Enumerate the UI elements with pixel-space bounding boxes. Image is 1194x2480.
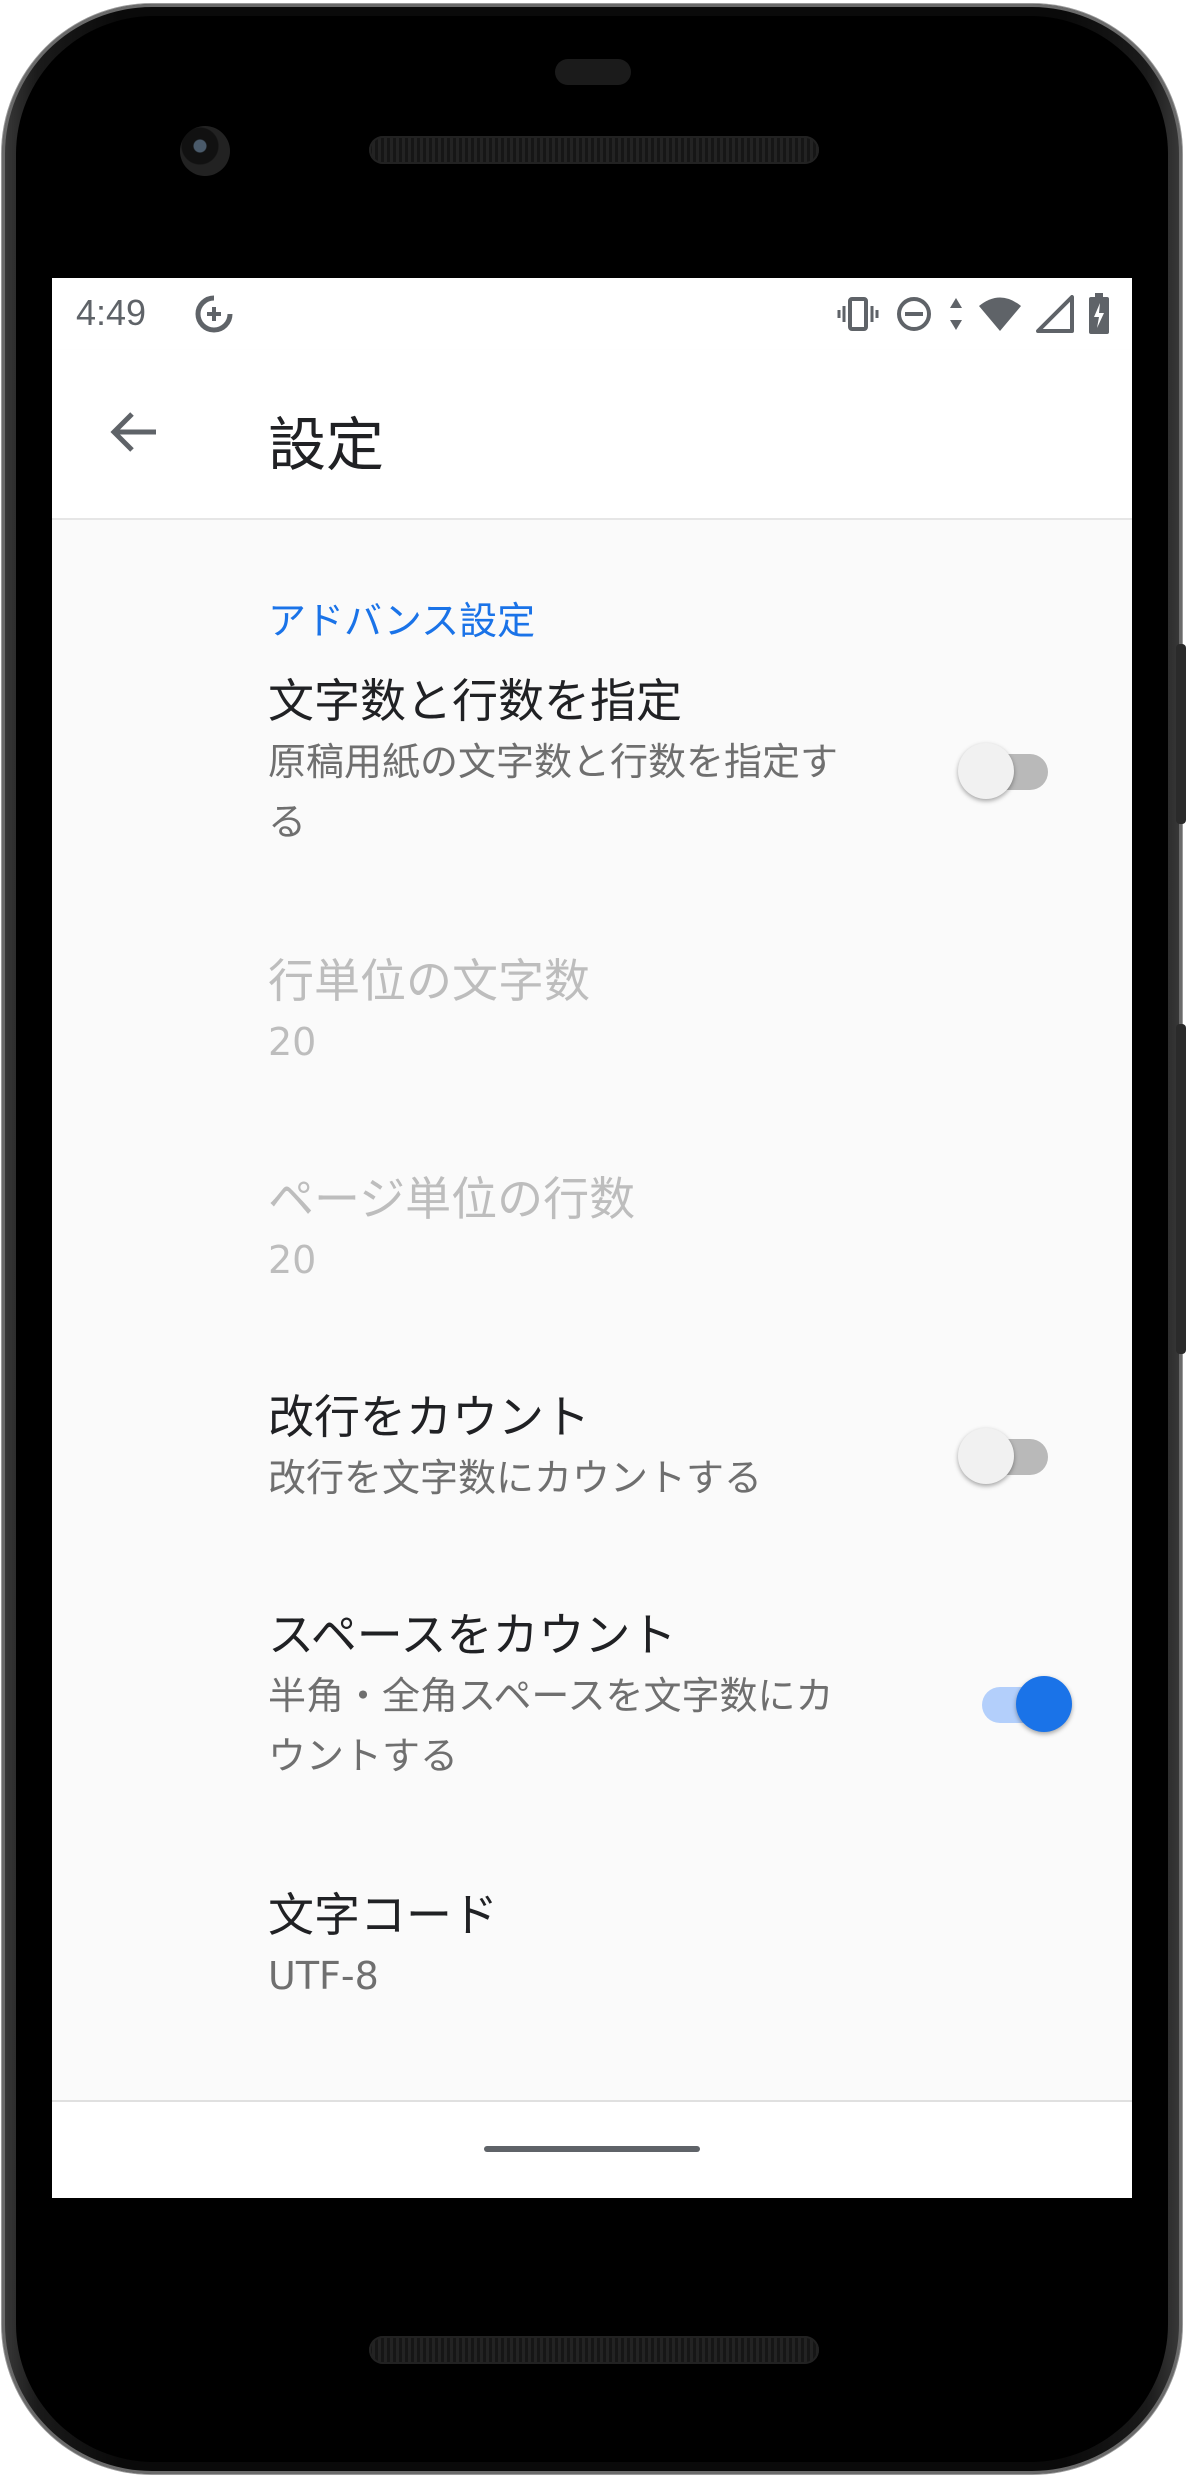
signal-icon (1036, 295, 1074, 333)
page-title: 設定 (268, 413, 385, 478)
back-button[interactable] (100, 400, 168, 468)
switch-thumb (1016, 1676, 1072, 1732)
switch-thumb (958, 1428, 1014, 1484)
screen: 4:49 設定 アドバンス設定 文字数と行数を指定 原稿用紙の文字数と行数を指定… (52, 278, 1132, 2198)
pref-character-encoding[interactable]: 文字コード UTF-8 (268, 1884, 948, 2006)
toggle-specify-chars-lines[interactable] (958, 735, 1054, 799)
wifi-icon (978, 295, 1022, 333)
pref-summary: 改行を文字数にカウントする (268, 1456, 763, 1500)
pref-summary: UTF-8 (268, 1954, 379, 1998)
pref-count-newlines[interactable]: 改行をカウント 改行を文字数にカウントする (268, 1386, 948, 1508)
pref-lines-per-page: ページ単位の行数 20 (268, 1168, 948, 1290)
app-bar: 設定 (52, 350, 1132, 520)
pref-title: 文字コード (268, 1888, 498, 1942)
battery-icon (1088, 293, 1110, 335)
pref-title: スペースをカウント (268, 1608, 677, 1662)
pref-summary: 原稿用紙の文字数と行数を指定する (268, 740, 839, 844)
status-time: 4:49 (76, 292, 147, 333)
do-not-disturb-icon (894, 294, 934, 334)
status-bar: 4:49 (52, 278, 1132, 350)
section-header: アドバンス設定 (268, 599, 536, 643)
front-camera (180, 126, 230, 176)
bottom-speaker-grille (369, 2336, 819, 2364)
pref-chars-per-line: 行単位の文字数 20 (268, 950, 948, 1072)
earpiece-slot (555, 59, 631, 85)
pref-title: 行単位の文字数 (268, 954, 590, 1008)
pref-summary: 半角・全角スペースを文字数にカウントする (268, 1674, 834, 1778)
volume-button (1176, 1024, 1186, 1354)
power-button (1176, 644, 1186, 824)
toggle-count-spaces[interactable] (976, 1668, 1072, 1732)
pref-title: ページ単位の行数 (268, 1172, 636, 1226)
data-saver-icon (192, 292, 236, 345)
vibrate-icon (836, 294, 880, 334)
status-icons (836, 292, 1110, 336)
pref-summary: 20 (268, 1020, 317, 1064)
top-speaker-grille (369, 136, 819, 164)
gesture-nav-bar (52, 2102, 1132, 2198)
pref-count-spaces[interactable]: スペースをカウント 半角・全角スペースを文字数にカウントする (268, 1604, 948, 1786)
pref-specify-chars-lines[interactable]: 文字数と行数を指定 原稿用紙の文字数と行数を指定する (268, 670, 948, 852)
settings-list: アドバンス設定 文字数と行数を指定 原稿用紙の文字数と行数を指定する 行単位の文… (52, 520, 1132, 2100)
pref-title: 文字数と行数を指定 (268, 674, 682, 728)
switch-thumb (958, 743, 1014, 799)
data-arrows-icon (948, 294, 964, 334)
arrow-back-icon (108, 406, 160, 462)
pref-summary: 20 (268, 1238, 317, 1282)
pref-title: 改行をカウント (268, 1390, 590, 1444)
toggle-count-newlines[interactable] (958, 1420, 1054, 1484)
home-gesture-handle[interactable] (484, 2146, 700, 2152)
